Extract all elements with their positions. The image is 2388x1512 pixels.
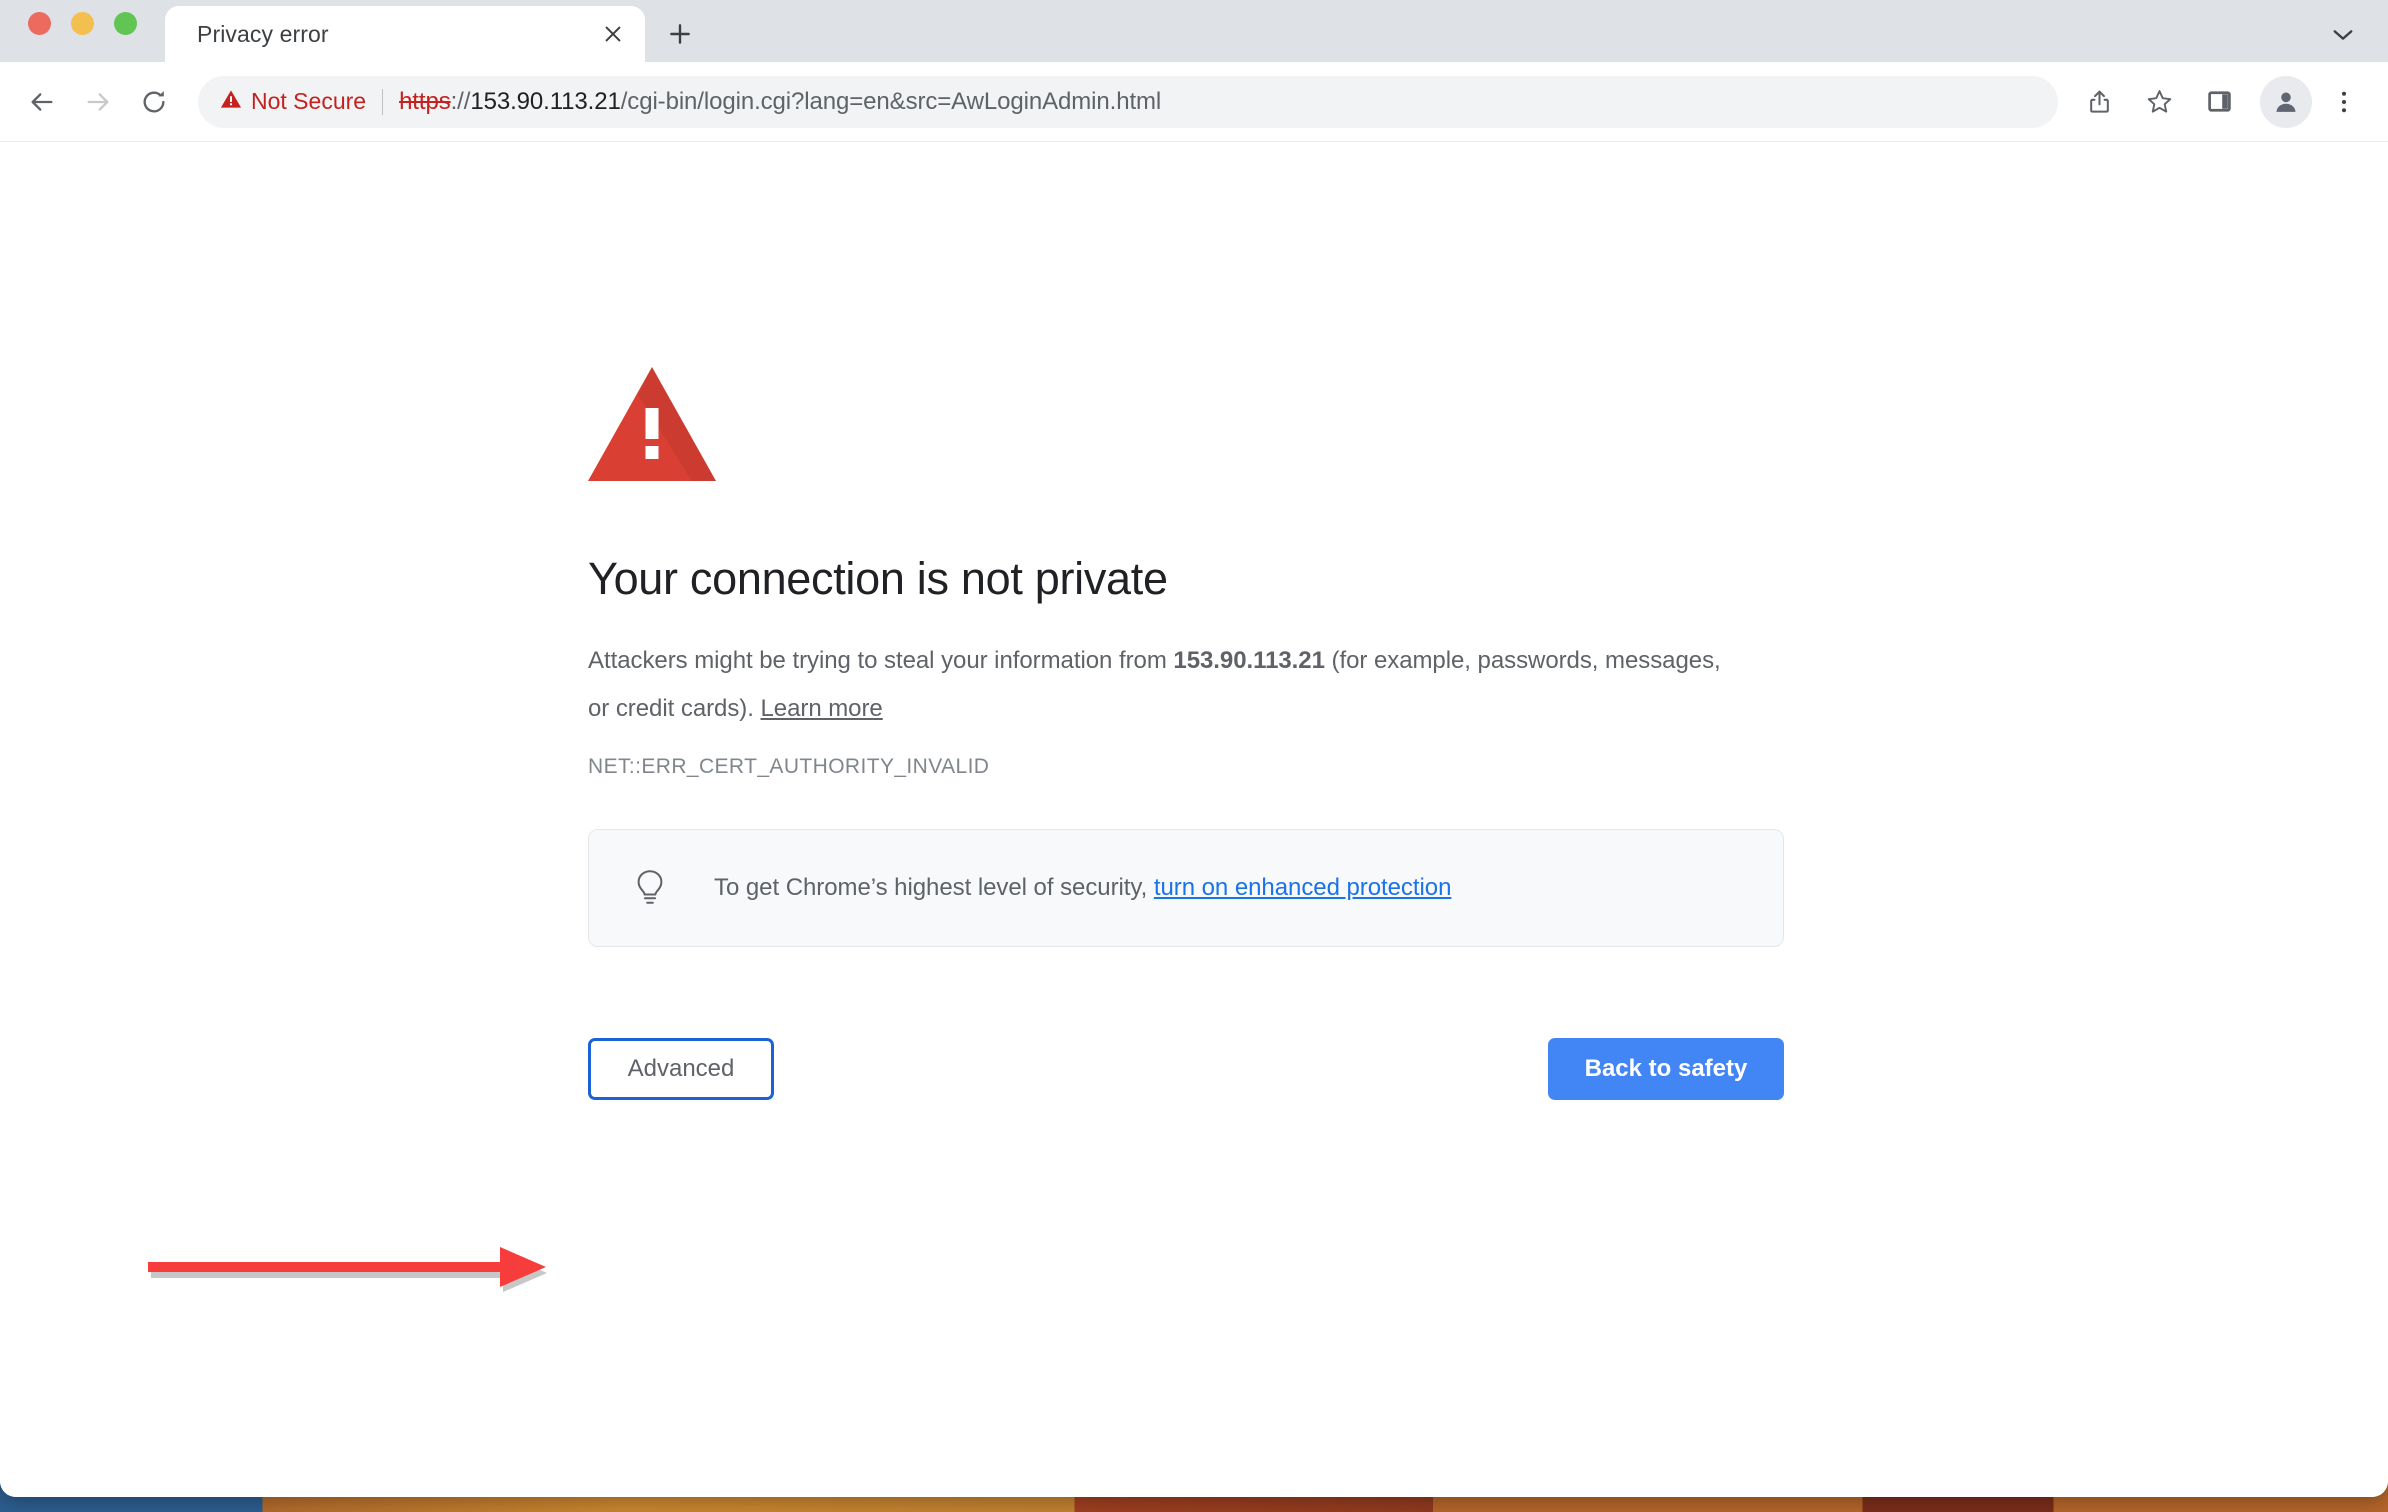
enhanced-protection-text: To get Chrome’s highest level of securit… <box>714 874 1451 902</box>
error-description: Attackers might be trying to steal your … <box>588 637 1748 733</box>
omnibox-divider <box>382 88 384 115</box>
forward-icon[interactable] <box>70 74 126 130</box>
enhanced-protection-notice: To get Chrome’s highest level of securit… <box>588 829 1784 947</box>
chevron-down-icon[interactable] <box>2320 14 2366 56</box>
page-content: Your connection is not private Attackers… <box>0 142 2388 1497</box>
error-code: NET::ERR_CERT_AUTHORITY_INVALID <box>588 755 990 778</box>
window-close-button[interactable] <box>28 11 51 35</box>
error-hostname: 153.90.113.21 <box>1173 647 1325 674</box>
tab-strip: Privacy error <box>0 0 2388 62</box>
side-panel-icon[interactable] <box>2190 73 2248 131</box>
close-icon[interactable] <box>593 14 633 54</box>
interstitial-button-row: Advanced Back to safety <box>588 1033 1784 1105</box>
toolbar-actions <box>2070 73 2370 131</box>
url-path: /cgi-bin/login.cgi?lang=en&src=AwLoginAd… <box>620 87 1162 115</box>
avatar[interactable] <box>2260 75 2312 128</box>
annotation-arrow-icon <box>148 1247 547 1292</box>
security-status-chip[interactable]: Not Secure <box>220 88 366 115</box>
error-description-part1: Attackers might be trying to steal your … <box>588 647 1174 674</box>
enhanced-protection-sentence: To get Chrome’s highest level of securit… <box>714 874 1154 901</box>
tab-privacy-error[interactable]: Privacy error <box>165 6 645 62</box>
page-title: Your connection is not private <box>588 553 1168 604</box>
window-maximize-button[interactable] <box>114 11 137 35</box>
reload-icon[interactable] <box>126 74 182 130</box>
share-icon[interactable] <box>2070 73 2128 131</box>
window-minimize-button[interactable] <box>71 11 94 35</box>
advanced-button[interactable]: Advanced <box>588 1038 774 1100</box>
warning-triangle-icon <box>220 88 242 115</box>
overflow-menu-icon[interactable] <box>2318 73 2370 131</box>
turn-on-enhanced-protection-link[interactable]: turn on enhanced protection <box>1154 874 1452 901</box>
browser-window: Privacy error Not Secure https://153.90.… <box>0 0 2388 1497</box>
new-tab-icon[interactable] <box>651 6 709 62</box>
url-scheme: https <box>399 87 451 115</box>
ssl-interstitial: Your connection is not private Attackers… <box>588 367 1788 1105</box>
address-bar[interactable]: Not Secure https://153.90.113.21/cgi-bin… <box>198 75 2058 128</box>
browser-toolbar: Not Secure https://153.90.113.21/cgi-bin… <box>0 62 2388 142</box>
back-icon[interactable] <box>14 74 70 130</box>
url-host: 153.90.113.21 <box>470 87 621 115</box>
learn-more-link[interactable]: Learn more <box>760 695 882 722</box>
back-to-safety-button[interactable]: Back to safety <box>1548 1038 1784 1100</box>
bookmark-star-icon[interactable] <box>2130 73 2188 131</box>
lightbulb-icon <box>637 870 663 904</box>
not-secure-label: Not Secure <box>251 88 367 114</box>
window-traffic-lights <box>28 0 137 62</box>
url-text: https://153.90.113.21/cgi-bin/login.cgi?… <box>399 88 1161 116</box>
url-scheme-separator: :// <box>450 87 471 115</box>
warning-triangle-icon <box>588 367 716 481</box>
tab-title: Privacy error <box>197 20 329 47</box>
